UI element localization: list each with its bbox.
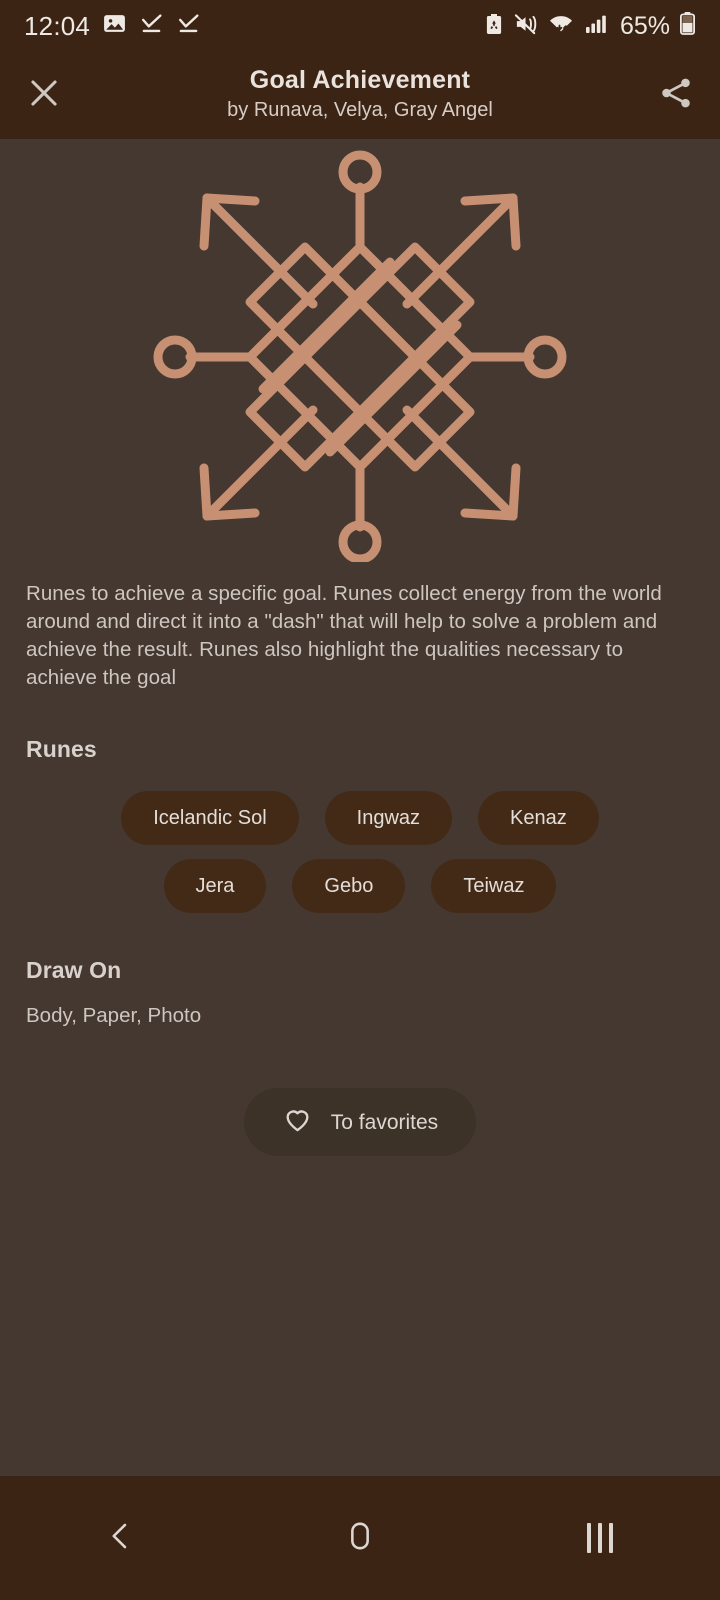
page-title: Goal Achievement xyxy=(249,65,471,94)
mute-vibrate-icon xyxy=(514,12,539,41)
rune-chip[interactable]: Jera xyxy=(163,859,267,914)
header-titles: Goal Achievement by Runava, Velya, Gray … xyxy=(88,66,632,125)
android-navigation-bar xyxy=(0,1476,720,1600)
rune-chip[interactable]: Kenaz xyxy=(478,791,599,846)
battery-percent-label: 65% xyxy=(619,11,670,40)
image-icon xyxy=(102,11,127,41)
share-button[interactable] xyxy=(632,52,720,139)
description-text: Runes to achieve a specific goal. Runes … xyxy=(26,582,662,690)
rune-chip[interactable]: Ingwaz xyxy=(324,791,453,846)
recents-icon xyxy=(587,1523,613,1553)
rune-chip[interactable]: Gebo xyxy=(292,859,406,914)
close-icon xyxy=(25,74,63,117)
nav-back-button[interactable] xyxy=(0,1476,240,1600)
app-header: Goal Achievement by Runava, Velya, Gray … xyxy=(0,52,720,139)
to-favorites-label: To favorites xyxy=(330,1110,439,1134)
draw-on-value: Body, Paper, Photo xyxy=(26,1004,202,1028)
download-complete-icon xyxy=(139,11,164,41)
share-icon xyxy=(657,74,695,117)
to-favorites-button[interactable]: To favorites xyxy=(243,1088,477,1157)
runes-chip-list: Icelandic Sol Ingwaz Kenaz Jera Gebo Tei… xyxy=(0,791,720,914)
nav-home-button[interactable] xyxy=(240,1476,480,1600)
close-button[interactable] xyxy=(0,52,88,139)
power-saving-icon xyxy=(483,12,505,41)
cellular-signal-icon xyxy=(584,12,608,41)
page-subtitle: by Runava, Velya, Gray Angel xyxy=(227,99,493,122)
runes-section-heading: Runes xyxy=(26,736,97,763)
nav-recents-button[interactable] xyxy=(480,1476,720,1600)
status-bar-right: 65% xyxy=(483,11,696,41)
content-scroll-area[interactable]: Runes to achieve a specific goal. Runes … xyxy=(0,139,720,1476)
status-bar-left: 12:04 xyxy=(24,11,201,42)
app-root: 12:04 65% Goal Achievement by Runava, Ve… xyxy=(0,0,720,1600)
draw-on-section-heading: Draw On xyxy=(26,957,122,984)
status-bar-clock: 12:04 xyxy=(24,10,91,41)
download-complete-icon xyxy=(176,11,201,41)
goal-achievement-rune-stave-icon xyxy=(153,150,567,562)
wifi-icon xyxy=(548,12,575,41)
rune-chip[interactable]: Teiwaz xyxy=(431,859,557,914)
home-icon xyxy=(343,1519,377,1558)
back-icon xyxy=(103,1519,137,1558)
heart-icon xyxy=(282,1104,313,1140)
rune-chip[interactable]: Icelandic Sol xyxy=(121,791,299,846)
battery-icon xyxy=(679,11,696,41)
status-bar: 12:04 65% xyxy=(0,0,720,52)
favorites-row: To favorites xyxy=(0,1088,720,1157)
rune-symbol-container xyxy=(0,139,720,564)
